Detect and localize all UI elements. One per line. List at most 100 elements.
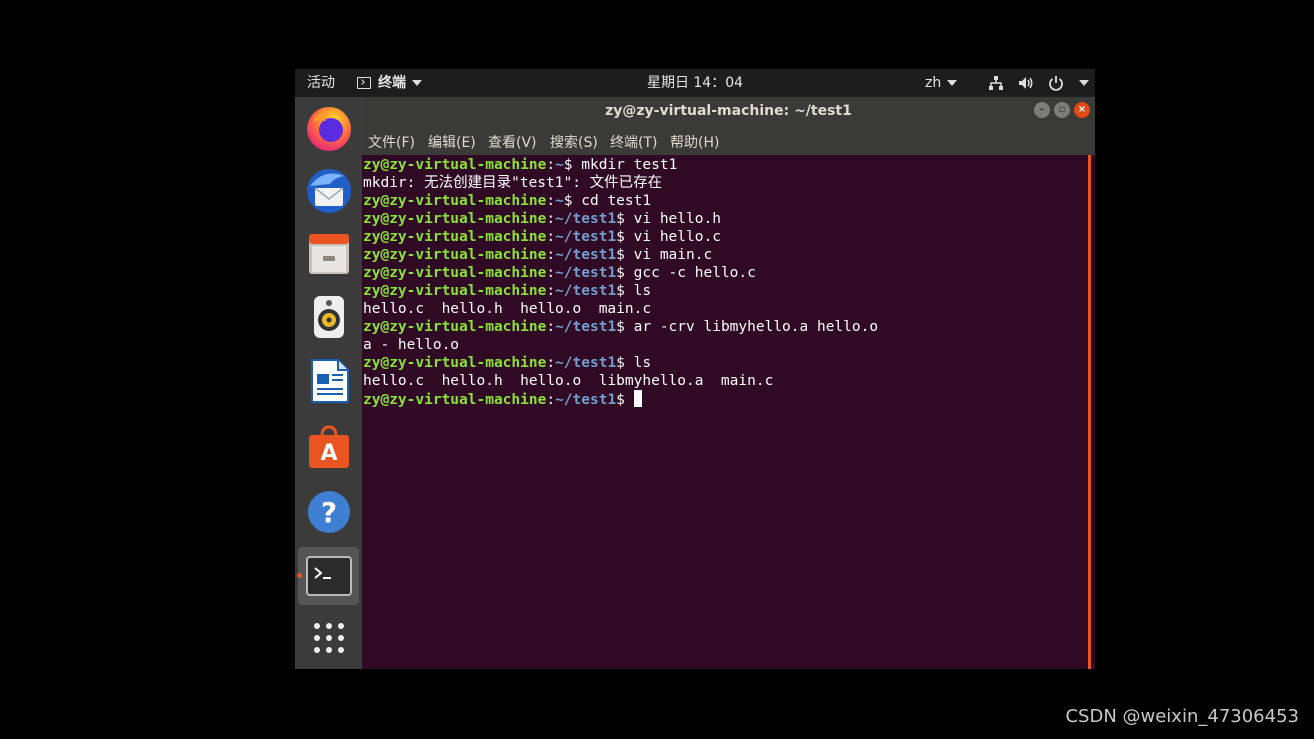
output-line: hello.c hello.h hello.o main.c	[363, 300, 878, 318]
close-button[interactable]: ×	[1074, 102, 1090, 118]
menu-edit[interactable]: 编辑(E)	[428, 132, 476, 152]
shopping-bag-icon: A	[308, 425, 349, 468]
output-text: a - hello.o	[363, 337, 460, 353]
dock-item-software[interactable]: A	[298, 418, 359, 476]
command-text: ls	[633, 283, 652, 299]
menu-view[interactable]: 查看(V)	[488, 132, 537, 152]
system-menu-button[interactable]	[987, 69, 1089, 97]
menu-terminal[interactable]: 终端(T)	[610, 132, 657, 152]
prompt-user-host: zy@zy-virtual-machine	[363, 157, 547, 173]
dock-item-show-apps[interactable]	[298, 609, 359, 667]
prompt-path: ~/test1	[555, 247, 617, 263]
window-titlebar[interactable]: zy@zy-virtual-machine: ~/test1 – ▫ ×	[362, 97, 1095, 125]
dock-item-rhythmbox[interactable]	[298, 288, 359, 346]
prompt-path: ~/test1	[555, 355, 617, 371]
dock-item-thunderbird[interactable]	[298, 162, 359, 220]
prompt-user-host: zy@zy-virtual-machine	[363, 193, 547, 209]
terminal-lines: zy@zy-virtual-machine:~$ mkdir test1 mkdi…	[363, 156, 878, 408]
terminal-mini-icon	[357, 77, 371, 89]
activities-button[interactable]: 活动	[307, 69, 335, 97]
question-mark-icon: ?	[307, 491, 350, 533]
svg-text:?: ?	[320, 496, 336, 529]
firefox-icon	[306, 107, 351, 151]
dock-item-firefox[interactable]	[298, 99, 359, 157]
prompt-line: zy@zy-virtual-machine:~/test1$	[363, 390, 878, 408]
output-text: hello.c hello.h hello.o libmyhello.a mai…	[363, 373, 774, 389]
input-method-label: zh	[925, 75, 942, 91]
prompt-line: zy@zy-virtual-machine:~/test1$ gcc -c he…	[363, 265, 756, 281]
prompt-path: ~/test1	[555, 392, 617, 408]
prompt-user-host: zy@zy-virtual-machine	[363, 283, 547, 299]
dock-item-writer[interactable]	[298, 352, 359, 410]
app-grid-icon	[313, 623, 344, 653]
activities-label: 活动	[307, 75, 335, 91]
dock-item-help[interactable]: ?	[298, 483, 359, 541]
text-cursor	[633, 390, 642, 407]
command-text: vi hello.c	[633, 229, 721, 245]
prompt-line: zy@zy-virtual-machine:~/test1$ ls	[363, 355, 652, 371]
volume-icon	[1019, 77, 1033, 89]
prompt-line: zy@zy-virtual-machine:~/test1$ ar -crv l…	[363, 319, 879, 335]
prompt-path: ~/test1	[555, 265, 617, 281]
prompt-line: zy@zy-virtual-machine:~/test1$ vi hello.…	[363, 211, 721, 227]
prompt-user-host: zy@zy-virtual-machine	[363, 211, 547, 227]
output-line: a - hello.o	[363, 336, 878, 354]
prompt-line: zy@zy-virtual-machine:~$ mkdir test1	[363, 157, 678, 173]
output-text: hello.c hello.h hello.o main.c	[363, 301, 652, 317]
output-text: mkdir: 无法创建目录"test1": 文件已存在	[363, 175, 663, 191]
terminal-icon	[305, 556, 352, 596]
output-line: hello.c hello.h hello.o libmyhello.a mai…	[363, 372, 878, 390]
prompt-user-host: zy@zy-virtual-machine	[363, 265, 547, 281]
window-title: zy@zy-virtual-machine: ~/test1	[605, 103, 852, 119]
prompt-user-host: zy@zy-virtual-machine	[363, 247, 547, 263]
prompt-line: zy@zy-virtual-machine:~/test1$ vi hello.…	[363, 229, 721, 245]
prompt-path: ~	[555, 157, 564, 173]
prompt-path: ~	[555, 193, 564, 209]
command-text: mkdir test1	[581, 157, 678, 173]
prompt-user-host: zy@zy-virtual-machine	[363, 319, 547, 335]
app-menu-label: 终端	[378, 75, 406, 91]
svg-text:A: A	[320, 441, 337, 466]
chevron-down-icon	[1079, 80, 1089, 86]
command-text: vi hello.h	[633, 211, 721, 227]
desktop-screen: 活动 终端 星期日 14：04 zh A ? zy@zy-virtual-mac…	[295, 69, 1095, 669]
scrollbar[interactable]	[1088, 155, 1095, 669]
maximize-button[interactable]: ▫	[1054, 102, 1070, 118]
prompt-path: ~/test1	[555, 319, 617, 335]
command-text: gcc -c hello.c	[633, 265, 756, 281]
menu-bar: 文件(F) 编辑(E) 查看(V) 搜索(S) 终端(T) 帮助(H)	[362, 125, 1095, 155]
clock-button[interactable]: 星期日 14：04	[647, 69, 743, 97]
terminal-output-area[interactable]: zy@zy-virtual-machine:~$ mkdir test1 mkdi…	[362, 155, 1088, 669]
prompt-user-host: zy@zy-virtual-machine	[363, 392, 547, 408]
prompt-path: ~/test1	[555, 283, 617, 299]
menu-help[interactable]: 帮助(H)	[670, 132, 719, 152]
prompt-user-host: zy@zy-virtual-machine	[363, 355, 547, 371]
app-menu-button[interactable]: 终端	[357, 69, 422, 97]
chevron-down-icon	[947, 80, 958, 86]
output-line: mkdir: 无法创建目录"test1": 文件已存在	[363, 174, 878, 192]
prompt-line: zy@zy-virtual-machine:~$ cd test1	[363, 193, 652, 209]
prompt-user-host: zy@zy-virtual-machine	[363, 229, 547, 245]
command-text: ls	[633, 355, 652, 371]
dock-item-files[interactable]	[298, 225, 359, 283]
power-icon	[1049, 76, 1063, 91]
watermark: CSDN @weixin_47306453	[1065, 706, 1299, 727]
document-icon	[310, 359, 349, 403]
top-panel: 活动 终端 星期日 14：04 zh	[295, 69, 1095, 97]
dock-item-terminal[interactable]	[297, 547, 359, 605]
prompt-path: ~/test1	[555, 211, 617, 227]
network-wired-icon	[989, 76, 1003, 90]
prompt-line: zy@zy-virtual-machine:~/test1$ ls	[363, 283, 652, 299]
thunderbird-mail-icon	[306, 169, 351, 213]
prompt-path: ~/test1	[555, 229, 617, 245]
minimize-button[interactable]: –	[1034, 102, 1050, 118]
menu-search[interactable]: 搜索(S)	[550, 132, 598, 152]
speaker-icon	[313, 296, 344, 338]
running-indicator	[297, 573, 302, 578]
input-method-button[interactable]: zh	[925, 69, 958, 97]
command-text: vi main.c	[633, 247, 713, 263]
menu-file[interactable]: 文件(F)	[368, 132, 415, 152]
command-text: ar -crv libmyhello.a hello.o	[633, 319, 879, 335]
file-cabinet-icon	[308, 234, 349, 274]
prompt-line: zy@zy-virtual-machine:~/test1$ vi main.c	[363, 247, 713, 263]
